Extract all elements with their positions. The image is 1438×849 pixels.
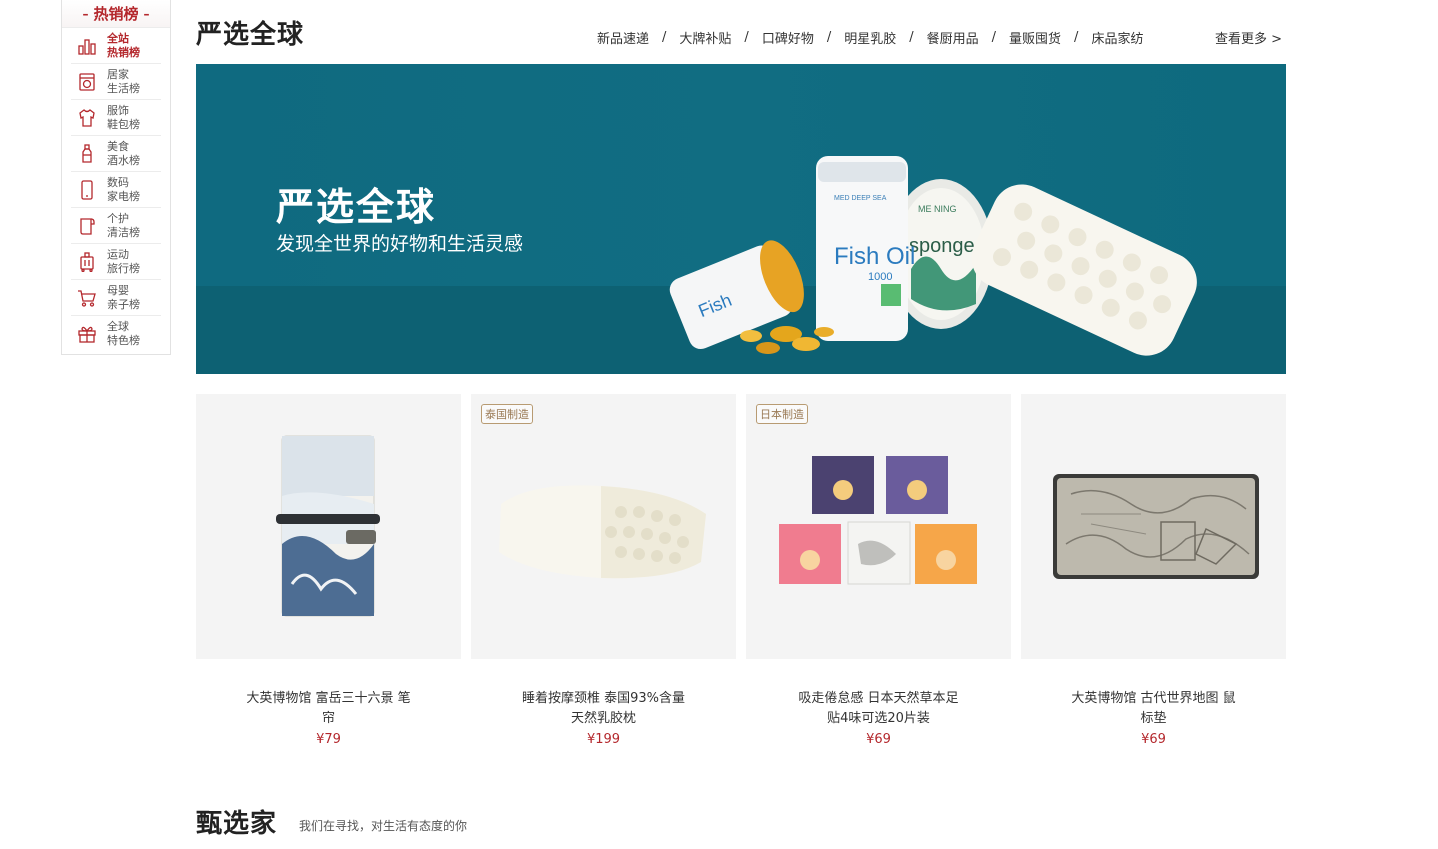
- product-card[interactable]: 大英博物馆 富岳三十六景 笔帘 ¥79: [196, 394, 461, 747]
- nav-separator: /: [662, 30, 667, 45]
- product-image[interactable]: 泰国制造: [471, 394, 736, 659]
- product-price: ¥69: [866, 732, 891, 747]
- product-name[interactable]: 吸走倦怠感 日本天然草本足贴4味可选20片装: [746, 689, 1011, 729]
- bottle-number: 1000: [868, 271, 892, 283]
- rank-item-label-2: 特色榜: [107, 334, 140, 347]
- rank-item-label-1: 个护: [107, 211, 129, 225]
- rank-item-label-2: 鞋包榜: [107, 117, 140, 131]
- nav-link-bulk[interactable]: 量贩囤货: [1009, 28, 1061, 47]
- phone-icon: [76, 179, 98, 201]
- bottle-top-text: MED DEEP SEA: [834, 195, 887, 202]
- nav-separator: /: [1074, 30, 1079, 45]
- product-image[interactable]: [196, 394, 461, 659]
- rank-sidebar-header: – 热销榜 –: [62, 0, 170, 28]
- nav-link-kitchen[interactable]: 餐厨用品: [927, 28, 979, 47]
- map-mousepad-illustration: [1053, 474, 1259, 579]
- rank-item-care[interactable]: 个护 清洁榜: [71, 208, 161, 244]
- tin-text: sponge: [909, 235, 975, 257]
- nav-link-latex[interactable]: 明星乳胶: [844, 28, 896, 47]
- bottle-icon: [76, 143, 98, 165]
- rank-sidebar: – 热销榜 – 全站 热销榜 居家 生活榜 服饰 鞋包榜 美食 酒水榜 数码 家电榜: [61, 0, 171, 355]
- product-card[interactable]: 泰国制造 睡着按摩颈椎 泰国93%含量天然乳胶枕 ¥199: [471, 394, 736, 747]
- cart-icon: [76, 287, 98, 309]
- rank-item-global[interactable]: 全球 特色榜: [71, 316, 161, 352]
- tin-top-text: ME NING: [918, 204, 957, 214]
- rank-item-label-2: 清洁榜: [107, 225, 140, 239]
- rank-item-sport[interactable]: 运动 旅行榜: [71, 244, 161, 280]
- product-price: ¥199: [586, 732, 621, 747]
- rank-item-site[interactable]: 全站 热销榜: [71, 28, 161, 64]
- rank-item-label-2: 酒水榜: [107, 153, 140, 167]
- bar-chart-icon: [76, 35, 98, 57]
- rank-item-label-1: 母婴: [107, 283, 129, 297]
- pen-roll-illustration: [276, 435, 380, 617]
- rank-item-label-1: 美食: [107, 139, 129, 153]
- rank-item-food[interactable]: 美食 酒水榜: [71, 136, 161, 172]
- foot-patch-boxes-illustration: [779, 456, 977, 585]
- title-dash-left: –: [82, 6, 89, 21]
- suitcase-icon: [76, 251, 98, 273]
- rank-sidebar-title: 热销榜: [93, 5, 139, 23]
- nav-link-bedding[interactable]: 床品家纺: [1091, 28, 1143, 47]
- bottle-label: Fish Oil: [834, 243, 915, 270]
- rank-item-label-2: 家电榜: [107, 189, 140, 203]
- product-name[interactable]: 大英博物馆 富岳三十六景 笔帘: [196, 689, 461, 729]
- nav-link-subsidy[interactable]: 大牌补贴: [679, 28, 731, 47]
- product-card[interactable]: 大英博物馆 古代世界地图 鼠标垫 ¥69: [1021, 394, 1286, 747]
- rank-item-label-2: 生活榜: [107, 81, 140, 95]
- section-title: 严选全球: [196, 20, 305, 50]
- rank-item-home[interactable]: 居家 生活榜: [71, 64, 161, 100]
- washer-icon: [76, 71, 98, 93]
- rank-item-label-1: 数码: [107, 175, 129, 189]
- rank-item-apparel[interactable]: 服饰 鞋包榜: [71, 100, 161, 136]
- nav-separator: /: [744, 30, 749, 45]
- product-image[interactable]: [1021, 394, 1286, 659]
- gift-icon: [76, 323, 98, 345]
- origin-tag: 泰国制造: [481, 404, 533, 424]
- product-price: ¥69: [1141, 732, 1166, 747]
- banner-products-illustration: ME NING sponge MED DEEP SEA Fish Oil 100…: [669, 156, 1197, 356]
- hero-banner[interactable]: 严选全球 发现全世界的好物和生活灵感 ME NING sponge MED DE…: [196, 64, 1286, 374]
- rank-item-baby[interactable]: 母婴 亲子榜: [71, 280, 161, 316]
- product-image[interactable]: 日本制造: [746, 394, 1011, 659]
- product-name[interactable]: 大英博物馆 古代世界地图 鼠标垫: [1021, 689, 1286, 729]
- rank-item-label-1: 运动: [107, 247, 129, 261]
- nav-separator: /: [991, 30, 997, 45]
- rank-item-label-1: 服饰: [107, 103, 129, 117]
- section2-subtitle: 我们在寻找，对生活有态度的你: [299, 819, 468, 833]
- shirt-icon: [76, 107, 98, 129]
- origin-tag: 日本制造: [756, 404, 808, 424]
- view-more-link[interactable]: 查看更多 >: [1215, 28, 1282, 47]
- rank-item-label-1: 全球: [107, 320, 129, 333]
- product-name[interactable]: 睡着按摩颈椎 泰国93%含量天然乳胶枕: [471, 689, 736, 729]
- nav-separator: /: [826, 30, 832, 45]
- product-price: ¥79: [316, 732, 341, 747]
- title-dash-right: –: [143, 6, 150, 21]
- nav-link-praise[interactable]: 口碑好物: [762, 28, 814, 47]
- product-card[interactable]: 日本制造 吸走倦怠感 日本天然草本足贴4味可选20片装 ¥69: [746, 394, 1011, 747]
- banner-subtitle: 发现全世界的好物和生活灵感: [276, 233, 524, 255]
- nav-separator: /: [909, 30, 914, 45]
- rank-item-label-2: 亲子榜: [107, 297, 140, 311]
- nav-link-new[interactable]: 新品速递: [597, 28, 649, 47]
- rank-item-label-2: 热销榜: [107, 45, 140, 59]
- rank-item-digital[interactable]: 数码 家电榜: [71, 172, 161, 208]
- banner-title: 严选全球: [276, 185, 437, 229]
- section2-title: 甄选家: [196, 809, 278, 839]
- latex-pillow-illustration: [499, 485, 706, 579]
- rank-item-label-2: 旅行榜: [107, 261, 140, 275]
- towel-icon: [76, 215, 98, 237]
- rank-item-label-1: 全站: [107, 31, 129, 45]
- rank-item-label-1: 居家: [107, 67, 129, 81]
- category-nav: 新品速递 / 大牌补贴 / 口碑好物 / 明星乳胶 / 餐厨用品 / 量贩囤货 / 床品家纺: [597, 28, 1143, 47]
